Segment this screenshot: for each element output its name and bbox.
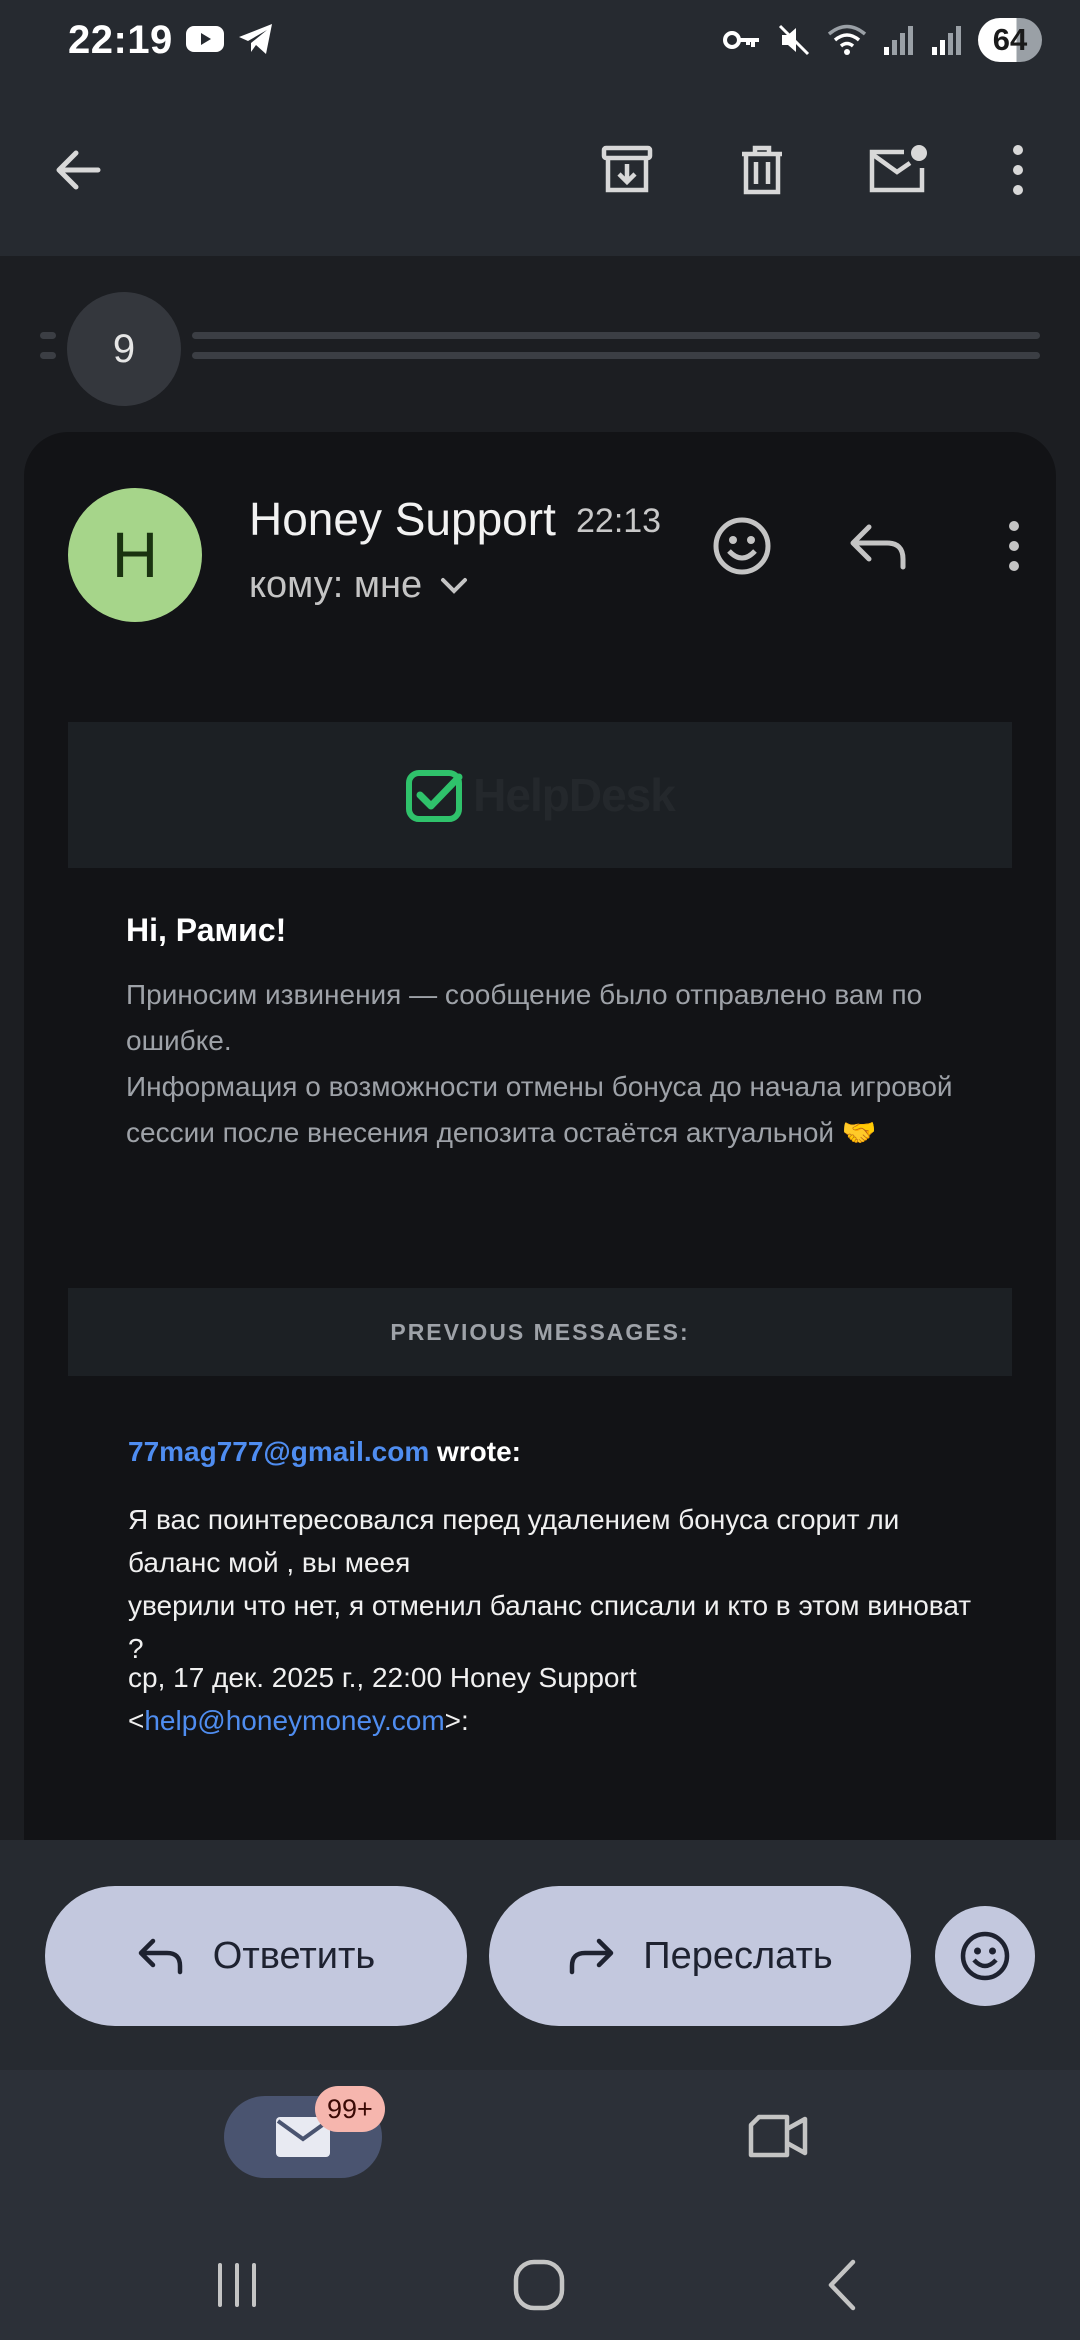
status-notification-icons	[185, 22, 275, 56]
more-vert-icon	[1013, 145, 1023, 195]
nav-meet-tab[interactable]	[742, 2106, 814, 2166]
top-app-bar	[0, 84, 1080, 256]
bracket-close: >:	[444, 1705, 469, 1736]
forward-label: Переслать	[643, 1934, 833, 1977]
youtube-icon	[185, 24, 225, 54]
helpdesk-logo-text: HelpDesk	[473, 769, 676, 821]
previous-messages-header: PREVIOUS MESSAGES:	[68, 1288, 1012, 1376]
add-reaction-button[interactable]	[706, 510, 778, 582]
message-more-button[interactable]	[978, 510, 1050, 582]
mark-unread-button[interactable]	[862, 134, 934, 206]
recipient-label: кому: мне	[249, 564, 423, 606]
quoted-date-line: ср, 17 дек. 2025 г., 22:00 Honey Support…	[128, 1656, 988, 1742]
collapsed-divider	[192, 332, 1040, 339]
quoted-date: ср, 17 дек. 2025 г., 22:00 Honey Support	[128, 1662, 637, 1693]
vpn-key-icon	[722, 25, 762, 55]
emoji-icon	[713, 517, 771, 575]
body-paragraph: Информация о возможности отмены бонуса д…	[126, 1071, 953, 1148]
status-time: 22:19	[68, 18, 173, 62]
emoji-icon	[960, 1931, 1010, 1981]
telegram-icon	[237, 22, 275, 56]
recent-apps-button[interactable]	[202, 2252, 272, 2318]
helpdesk-logo-icon	[406, 770, 463, 822]
quoted-line: Я вас поинтересовался перед удалением бо…	[128, 1504, 900, 1578]
collapsed-divider	[40, 332, 56, 339]
system-navigation-bar	[0, 2230, 1080, 2340]
archive-icon	[601, 145, 653, 193]
recent-apps-icon	[218, 2263, 256, 2307]
message-actions: Ответить Переслать	[0, 1840, 1080, 2070]
signal-icon-2	[930, 23, 964, 57]
wrote-label: wrote:	[429, 1436, 521, 1467]
reply-action-button[interactable]: Ответить	[45, 1886, 467, 2026]
trash-icon	[742, 145, 782, 195]
battery-indicator: 64	[978, 18, 1042, 62]
reply-icon	[138, 1938, 183, 1975]
reply-icon	[850, 524, 906, 570]
quoted-email-link[interactable]: 77mag777@gmail.com	[128, 1436, 429, 1467]
support-email-link[interactable]: help@honeymoney.com	[144, 1705, 444, 1736]
quoted-sender-address: <help@honeymoney.com>:	[128, 1699, 988, 1742]
forward-icon	[570, 1938, 614, 1975]
reply-button[interactable]	[842, 510, 914, 582]
mute-icon	[776, 22, 812, 58]
collapsed-divider	[40, 352, 56, 359]
system-back-button[interactable]	[808, 2252, 878, 2318]
sender-name: Honey Support	[249, 493, 556, 545]
message-time: 22:13	[576, 502, 662, 540]
signal-icon	[882, 23, 916, 57]
home-button[interactable]	[504, 2252, 574, 2318]
sender-avatar[interactable]: H	[68, 488, 202, 622]
video-camera-icon	[748, 2114, 808, 2158]
bottom-navigation: 99+	[0, 2070, 1080, 2230]
bracket-open: <	[128, 1705, 145, 1736]
collapsed-divider	[192, 352, 1040, 359]
status-bar: 22:19 64	[0, 0, 1080, 84]
collapsed-messages-row[interactable]: 9	[0, 272, 1080, 412]
recipient-toggle[interactable]: кому: мне	[249, 564, 468, 607]
body-paragraph: Приносим извинения — сообщение было отпр…	[126, 979, 923, 1056]
message-card: H Honey Support 22:13 кому: мне HelpDesk…	[24, 432, 1056, 1840]
unread-badge: 99+	[315, 2086, 385, 2132]
wifi-icon	[826, 22, 868, 58]
back-button[interactable]	[42, 134, 114, 206]
emoji-reaction-button[interactable]	[935, 1906, 1035, 2006]
more-options-button[interactable]	[982, 134, 1054, 206]
chevron-down-icon	[441, 577, 468, 594]
conversation-view: 9 H Honey Support 22:13 кому: мне HelpDe…	[0, 256, 1080, 1840]
forward-action-button[interactable]: Переслать	[489, 1886, 911, 2026]
archive-button[interactable]	[591, 134, 663, 206]
previous-messages-label: PREVIOUS MESSAGES:	[390, 1318, 690, 1345]
helpdesk-banner: HelpDesk	[68, 722, 1012, 868]
mark-unread-icon	[869, 145, 927, 193]
delete-button[interactable]	[726, 134, 798, 206]
reply-label: Ответить	[212, 1934, 376, 1977]
back-chevron-icon	[828, 2259, 856, 2311]
quote-attribution: 77mag777@gmail.com wrote:	[128, 1436, 521, 1468]
quoted-message: Я вас поинтересовался перед удалением бо…	[128, 1498, 988, 1670]
collapsed-count-badge[interactable]: 9	[67, 292, 181, 406]
more-vert-icon	[1009, 521, 1019, 571]
greeting: Hi, Рамис!	[126, 912, 287, 948]
message-body: Приносим извинения — сообщение было отпр…	[126, 972, 986, 1156]
back-arrow-icon	[56, 150, 101, 190]
home-icon	[513, 2259, 565, 2311]
status-system-icons: 64	[722, 18, 1042, 62]
